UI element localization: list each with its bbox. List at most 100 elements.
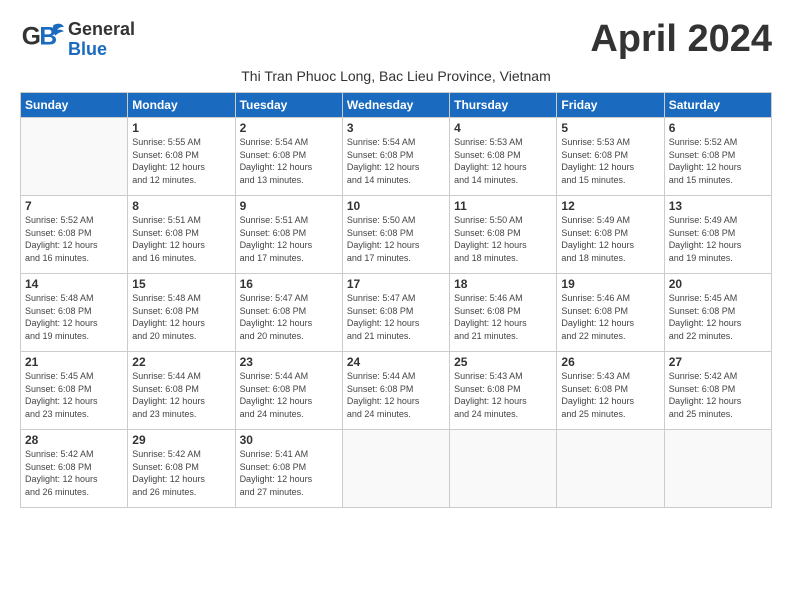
day-info: Sunrise: 5:48 AM Sunset: 6:08 PM Dayligh… (132, 292, 230, 342)
day-info: Sunrise: 5:49 AM Sunset: 6:08 PM Dayligh… (561, 214, 659, 264)
day-cell (342, 430, 449, 508)
col-header-sunday: Sunday (21, 93, 128, 118)
day-info: Sunrise: 5:55 AM Sunset: 6:08 PM Dayligh… (132, 136, 230, 186)
day-number: 12 (561, 199, 659, 213)
day-cell: 13Sunrise: 5:49 AM Sunset: 6:08 PM Dayli… (664, 196, 771, 274)
day-info: Sunrise: 5:44 AM Sunset: 6:08 PM Dayligh… (240, 370, 338, 420)
logo: G B General Blue (20, 18, 135, 62)
day-info: Sunrise: 5:51 AM Sunset: 6:08 PM Dayligh… (240, 214, 338, 264)
calendar-table: SundayMondayTuesdayWednesdayThursdayFrid… (20, 92, 772, 508)
day-number: 1 (132, 121, 230, 135)
day-number: 6 (669, 121, 767, 135)
day-cell: 7Sunrise: 5:52 AM Sunset: 6:08 PM Daylig… (21, 196, 128, 274)
week-row-3: 14Sunrise: 5:48 AM Sunset: 6:08 PM Dayli… (21, 274, 772, 352)
day-info: Sunrise: 5:52 AM Sunset: 6:08 PM Dayligh… (25, 214, 123, 264)
day-number: 22 (132, 355, 230, 369)
day-number: 29 (132, 433, 230, 447)
day-number: 19 (561, 277, 659, 291)
day-cell: 19Sunrise: 5:46 AM Sunset: 6:08 PM Dayli… (557, 274, 664, 352)
day-info: Sunrise: 5:41 AM Sunset: 6:08 PM Dayligh… (240, 448, 338, 498)
day-info: Sunrise: 5:53 AM Sunset: 6:08 PM Dayligh… (454, 136, 552, 186)
day-number: 17 (347, 277, 445, 291)
day-cell: 4Sunrise: 5:53 AM Sunset: 6:08 PM Daylig… (450, 118, 557, 196)
day-number: 25 (454, 355, 552, 369)
day-cell: 17Sunrise: 5:47 AM Sunset: 6:08 PM Dayli… (342, 274, 449, 352)
col-header-wednesday: Wednesday (342, 93, 449, 118)
day-cell: 28Sunrise: 5:42 AM Sunset: 6:08 PM Dayli… (21, 430, 128, 508)
week-row-1: 1Sunrise: 5:55 AM Sunset: 6:08 PM Daylig… (21, 118, 772, 196)
day-number: 14 (25, 277, 123, 291)
day-cell: 12Sunrise: 5:49 AM Sunset: 6:08 PM Dayli… (557, 196, 664, 274)
day-number: 16 (240, 277, 338, 291)
day-info: Sunrise: 5:45 AM Sunset: 6:08 PM Dayligh… (669, 292, 767, 342)
logo-bird-icon: G B (20, 18, 64, 62)
day-cell: 9Sunrise: 5:51 AM Sunset: 6:08 PM Daylig… (235, 196, 342, 274)
day-info: Sunrise: 5:53 AM Sunset: 6:08 PM Dayligh… (561, 136, 659, 186)
day-info: Sunrise: 5:52 AM Sunset: 6:08 PM Dayligh… (669, 136, 767, 186)
col-header-tuesday: Tuesday (235, 93, 342, 118)
day-info: Sunrise: 5:42 AM Sunset: 6:08 PM Dayligh… (669, 370, 767, 420)
day-info: Sunrise: 5:44 AM Sunset: 6:08 PM Dayligh… (132, 370, 230, 420)
day-cell: 8Sunrise: 5:51 AM Sunset: 6:08 PM Daylig… (128, 196, 235, 274)
day-number: 2 (240, 121, 338, 135)
day-info: Sunrise: 5:48 AM Sunset: 6:08 PM Dayligh… (25, 292, 123, 342)
day-number: 7 (25, 199, 123, 213)
day-info: Sunrise: 5:49 AM Sunset: 6:08 PM Dayligh… (669, 214, 767, 264)
day-number: 28 (25, 433, 123, 447)
logo-general-text: General (68, 20, 135, 40)
day-cell: 30Sunrise: 5:41 AM Sunset: 6:08 PM Dayli… (235, 430, 342, 508)
week-row-2: 7Sunrise: 5:52 AM Sunset: 6:08 PM Daylig… (21, 196, 772, 274)
day-number: 9 (240, 199, 338, 213)
day-cell (450, 430, 557, 508)
day-cell: 18Sunrise: 5:46 AM Sunset: 6:08 PM Dayli… (450, 274, 557, 352)
day-info: Sunrise: 5:50 AM Sunset: 6:08 PM Dayligh… (347, 214, 445, 264)
day-cell: 23Sunrise: 5:44 AM Sunset: 6:08 PM Dayli… (235, 352, 342, 430)
day-cell: 29Sunrise: 5:42 AM Sunset: 6:08 PM Dayli… (128, 430, 235, 508)
header: G B General Blue April 2024 (20, 18, 772, 62)
day-cell: 14Sunrise: 5:48 AM Sunset: 6:08 PM Dayli… (21, 274, 128, 352)
day-cell: 25Sunrise: 5:43 AM Sunset: 6:08 PM Dayli… (450, 352, 557, 430)
day-info: Sunrise: 5:54 AM Sunset: 6:08 PM Dayligh… (347, 136, 445, 186)
logo-blue-text: Blue (68, 40, 135, 60)
day-info: Sunrise: 5:46 AM Sunset: 6:08 PM Dayligh… (561, 292, 659, 342)
day-number: 26 (561, 355, 659, 369)
day-cell: 3Sunrise: 5:54 AM Sunset: 6:08 PM Daylig… (342, 118, 449, 196)
day-cell: 16Sunrise: 5:47 AM Sunset: 6:08 PM Dayli… (235, 274, 342, 352)
page: G B General Blue April 2024 Thi Tran Phu… (0, 0, 792, 518)
day-cell: 2Sunrise: 5:54 AM Sunset: 6:08 PM Daylig… (235, 118, 342, 196)
day-info: Sunrise: 5:44 AM Sunset: 6:08 PM Dayligh… (347, 370, 445, 420)
day-cell (21, 118, 128, 196)
col-header-saturday: Saturday (664, 93, 771, 118)
day-number: 30 (240, 433, 338, 447)
day-cell: 22Sunrise: 5:44 AM Sunset: 6:08 PM Dayli… (128, 352, 235, 430)
day-cell (664, 430, 771, 508)
day-number: 15 (132, 277, 230, 291)
day-cell (557, 430, 664, 508)
day-number: 18 (454, 277, 552, 291)
day-info: Sunrise: 5:51 AM Sunset: 6:08 PM Dayligh… (132, 214, 230, 264)
day-cell: 26Sunrise: 5:43 AM Sunset: 6:08 PM Dayli… (557, 352, 664, 430)
day-number: 11 (454, 199, 552, 213)
day-number: 13 (669, 199, 767, 213)
day-cell: 24Sunrise: 5:44 AM Sunset: 6:08 PM Dayli… (342, 352, 449, 430)
day-info: Sunrise: 5:43 AM Sunset: 6:08 PM Dayligh… (561, 370, 659, 420)
day-info: Sunrise: 5:50 AM Sunset: 6:08 PM Dayligh… (454, 214, 552, 264)
week-row-5: 28Sunrise: 5:42 AM Sunset: 6:08 PM Dayli… (21, 430, 772, 508)
subtitle: Thi Tran Phuoc Long, Bac Lieu Province, … (20, 68, 772, 84)
day-cell: 6Sunrise: 5:52 AM Sunset: 6:08 PM Daylig… (664, 118, 771, 196)
day-number: 5 (561, 121, 659, 135)
day-cell: 1Sunrise: 5:55 AM Sunset: 6:08 PM Daylig… (128, 118, 235, 196)
day-number: 3 (347, 121, 445, 135)
day-cell: 10Sunrise: 5:50 AM Sunset: 6:08 PM Dayli… (342, 196, 449, 274)
logo-words: General Blue (68, 20, 135, 60)
day-cell: 20Sunrise: 5:45 AM Sunset: 6:08 PM Dayli… (664, 274, 771, 352)
day-info: Sunrise: 5:45 AM Sunset: 6:08 PM Dayligh… (25, 370, 123, 420)
month-title: April 2024 (590, 18, 772, 61)
day-info: Sunrise: 5:43 AM Sunset: 6:08 PM Dayligh… (454, 370, 552, 420)
day-cell: 27Sunrise: 5:42 AM Sunset: 6:08 PM Dayli… (664, 352, 771, 430)
header-row: SundayMondayTuesdayWednesdayThursdayFrid… (21, 93, 772, 118)
week-row-4: 21Sunrise: 5:45 AM Sunset: 6:08 PM Dayli… (21, 352, 772, 430)
col-header-friday: Friday (557, 93, 664, 118)
day-number: 27 (669, 355, 767, 369)
day-cell: 21Sunrise: 5:45 AM Sunset: 6:08 PM Dayli… (21, 352, 128, 430)
